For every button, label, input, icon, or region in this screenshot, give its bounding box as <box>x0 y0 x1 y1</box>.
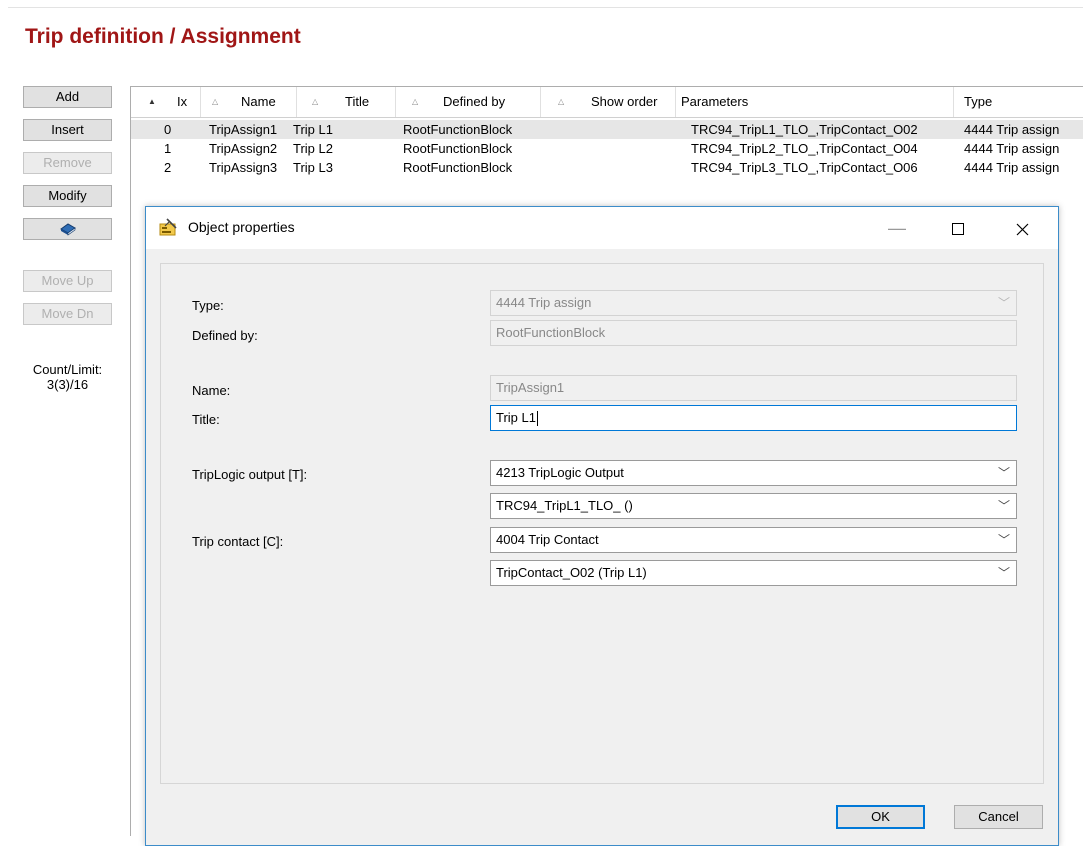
trip-contact-object-value: TripContact_O02 (Trip L1) <box>496 565 647 580</box>
column-header-ix[interactable]: ▲ Ix <box>131 87 201 117</box>
modify-button[interactable]: Modify <box>23 185 112 207</box>
close-button[interactable] <box>999 207 1045 249</box>
chevron-down-icon: ﹀ <box>997 499 1010 513</box>
defined-by-field: RootFunctionBlock <box>490 320 1017 346</box>
move-down-button[interactable]: Move Dn <box>23 303 112 325</box>
cell-title: Trip L1 <box>293 122 333 137</box>
book-button[interactable] <box>23 218 112 240</box>
table-row[interactable]: 0 TripAssign1 Trip L1 RootFunctionBlock … <box>131 120 1083 139</box>
title-input[interactable]: Trip L1 <box>490 405 1017 431</box>
trip-contact-object-select[interactable]: TripContact_O02 (Trip L1) ﹀ <box>490 560 1017 586</box>
cell-title: Trip L3 <box>293 160 333 175</box>
book-icon <box>59 223 76 236</box>
column-header-parameters[interactable]: Parameters <box>676 87 954 117</box>
properties-panel: Type: 4444 Trip assign ﹀ Defined by: Roo… <box>160 263 1044 784</box>
cell-ix: 1 <box>164 141 172 156</box>
column-header-title[interactable]: △ Title <box>297 87 396 117</box>
trip-logic-object-value: TRC94_TripL1_TLO_ () <box>496 498 633 513</box>
cell-name: TripAssign2 <box>209 141 278 156</box>
dialog-titlebar[interactable]: Object properties — <box>146 207 1058 249</box>
cell-name: TripAssign1 <box>209 122 278 137</box>
cell-title: Trip L2 <box>293 141 333 156</box>
dialog-title: Object properties <box>188 219 295 235</box>
type-select[interactable]: 4444 Trip assign ﹀ <box>490 290 1017 316</box>
text-caret <box>536 411 538 427</box>
name-label: Name: <box>192 383 231 398</box>
cell-type: 4444 Trip assign <box>964 141 1060 156</box>
add-button[interactable]: Add <box>23 86 112 108</box>
insert-button[interactable]: Insert <box>23 119 112 141</box>
trip-logic-type-select[interactable]: 4213 TripLogic Output ﹀ <box>490 460 1017 486</box>
cell-defined-by: RootFunctionBlock <box>403 122 513 137</box>
sort-arrow-icon: △ <box>558 97 565 106</box>
defined-by-label: Defined by: <box>192 328 258 343</box>
cell-parameters: TRC94_TripL1_TLO_,TripContact_O02 <box>691 122 918 137</box>
sort-arrow-icon: △ <box>212 97 219 106</box>
maximize-icon <box>952 223 964 236</box>
cancel-button[interactable]: Cancel <box>954 805 1043 829</box>
object-properties-dialog: Object properties — Type: 4444 Trip assi… <box>145 206 1059 846</box>
trip-logic-type-value: 4213 TripLogic Output <box>496 465 624 480</box>
column-header-name[interactable]: △ Name <box>201 87 297 117</box>
cell-ix: 0 <box>164 122 172 137</box>
top-divider <box>8 7 1083 8</box>
type-value: 4444 Trip assign <box>496 295 592 310</box>
sort-arrow-icon: ▲ <box>148 97 156 106</box>
title-value: Trip L1 <box>496 410 536 425</box>
ok-button[interactable]: OK <box>836 805 925 829</box>
column-header-defined-by[interactable]: △ Defined by <box>396 87 541 117</box>
trip-logic-output-label: TripLogic output [T]: <box>192 467 308 482</box>
cell-type: 4444 Trip assign <box>964 160 1060 175</box>
chevron-down-icon: ﹀ <box>997 296 1010 310</box>
sort-arrow-icon: △ <box>412 97 419 106</box>
trip-logic-object-select[interactable]: TRC94_TripL1_TLO_ () ﹀ <box>490 493 1017 519</box>
chevron-down-icon: ﹀ <box>997 533 1010 547</box>
cell-ix: 2 <box>164 160 172 175</box>
type-label: Type: <box>192 298 224 313</box>
move-up-button[interactable]: Move Up <box>23 270 112 292</box>
name-field: TripAssign1 <box>490 375 1017 401</box>
cell-name: TripAssign3 <box>209 160 278 175</box>
cell-defined-by: RootFunctionBlock <box>403 141 513 156</box>
column-header-show-order[interactable]: △ Show order <box>541 87 676 117</box>
trip-contact-type-value: 4004 Trip Contact <box>496 532 599 547</box>
title-label: Title: <box>192 412 220 427</box>
chevron-down-icon: ﹀ <box>997 566 1010 580</box>
count-limit-value: 3(3)/16 <box>46 377 89 392</box>
sort-arrow-icon: △ <box>312 97 319 106</box>
maximize-button[interactable] <box>935 207 981 249</box>
trip-contact-type-select[interactable]: 4004 Trip Contact ﹀ <box>490 527 1017 553</box>
page-title: Trip definition / Assignment <box>25 25 301 48</box>
grid-header: ▲ Ix △ Name △ Title △ Defined by △ Show … <box>131 87 1083 118</box>
remove-button[interactable]: Remove <box>23 152 112 174</box>
table-row[interactable]: 1 TripAssign2 Trip L2 RootFunctionBlock … <box>131 139 1083 158</box>
cell-defined-by: RootFunctionBlock <box>403 160 513 175</box>
count-limit-label: Count/Limit: <box>32 362 103 377</box>
minimize-button[interactable]: — <box>874 207 920 249</box>
cell-parameters: TRC94_TripL3_TLO_,TripContact_O06 <box>691 160 918 175</box>
cell-type: 4444 Trip assign <box>964 122 1060 137</box>
cell-parameters: TRC94_TripL2_TLO_,TripContact_O04 <box>691 141 918 156</box>
object-properties-icon <box>159 218 177 236</box>
table-row[interactable]: 2 TripAssign3 Trip L3 RootFunctionBlock … <box>131 158 1083 177</box>
trip-contact-label: Trip contact [C]: <box>192 534 284 549</box>
column-header-type[interactable]: Type <box>954 87 1083 117</box>
chevron-down-icon: ﹀ <box>997 466 1010 480</box>
close-icon <box>1016 223 1028 236</box>
